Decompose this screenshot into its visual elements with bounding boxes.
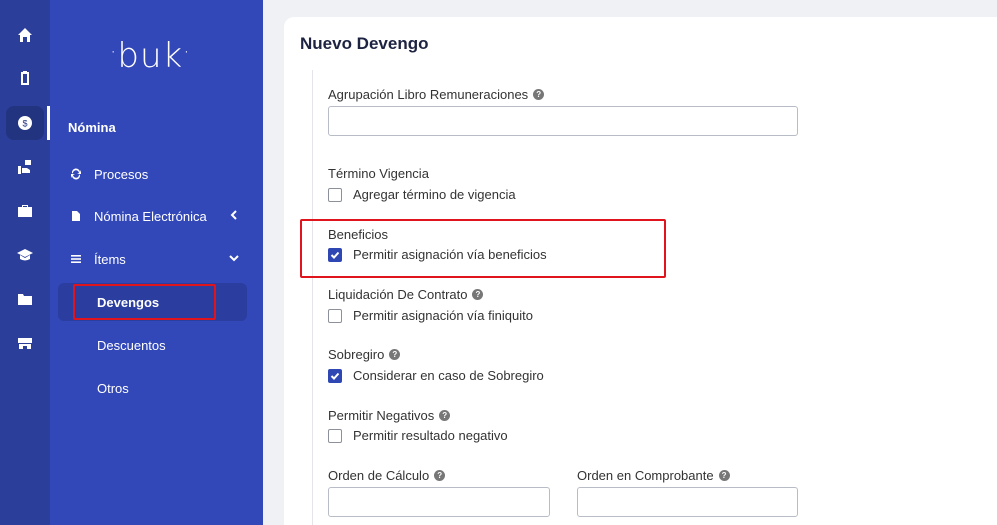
home-icon[interactable] xyxy=(0,18,50,52)
store-icon[interactable] xyxy=(0,326,50,360)
sobregiro-checkbox-row[interactable]: Considerar en caso de Sobregiro xyxy=(328,368,544,383)
help-icon[interactable]: ? xyxy=(389,349,401,360)
chevron-left-icon xyxy=(228,209,240,223)
orden-calculo-label-text: Orden de Cálculo xyxy=(328,468,430,483)
highlight-box-devengos xyxy=(73,284,216,320)
help-icon[interactable]: ? xyxy=(472,289,484,300)
help-icon[interactable]: ? xyxy=(439,410,451,421)
sobregiro-checkbox-label: Considerar en caso de Sobregiro xyxy=(353,368,544,383)
sub-item-descuentos[interactable]: Descuentos xyxy=(97,338,166,353)
nav-item-label: Nómina Electrónica xyxy=(94,208,207,224)
nav-item-label: Procesos xyxy=(94,166,149,182)
buk-logo[interactable]: ·buk· xyxy=(110,36,191,76)
list-icon xyxy=(68,251,84,267)
negativos-checkbox-label: Permitir resultado negativo xyxy=(353,428,508,443)
termino-checkbox-row[interactable]: Agregar término de vigencia xyxy=(328,187,516,202)
negativos-checkbox[interactable] xyxy=(328,428,342,443)
page-title: Nuevo Devengo xyxy=(300,34,429,53)
document-icon xyxy=(68,208,84,224)
svg-text:$: $ xyxy=(22,119,27,129)
orden-comprobante-input[interactable] xyxy=(577,487,798,517)
liquidacion-checkbox-row[interactable]: Permitir asignación vía finiquito xyxy=(328,308,533,323)
hand-coin-icon[interactable] xyxy=(0,150,50,184)
sobregiro-label: Sobregiro ? xyxy=(328,347,401,362)
sobregiro-label-text: Sobregiro xyxy=(328,347,385,362)
liquidacion-label: Liquidación De Contrato ? xyxy=(328,287,484,302)
nav-item-label: Ítems xyxy=(94,251,126,267)
orden-calculo-input[interactable] xyxy=(328,487,550,517)
liquidacion-label-text: Liquidación De Contrato xyxy=(328,287,468,302)
sync-icon xyxy=(68,166,84,182)
sobregiro-checkbox[interactable] xyxy=(328,368,342,383)
help-icon[interactable]: ? xyxy=(718,470,730,481)
nav-item-nomina-electronica[interactable]: Nómina Electrónica xyxy=(68,205,248,227)
orden-comprobante-label: Orden en Comprobante ? xyxy=(577,468,730,483)
sub-item-otros[interactable]: Otros xyxy=(97,381,129,396)
help-icon[interactable]: ? xyxy=(533,89,545,100)
negativos-checkbox-row[interactable]: Permitir resultado negativo xyxy=(328,428,508,443)
negativos-label: Permitir Negativos ? xyxy=(328,408,451,423)
agrupacion-input[interactable] xyxy=(328,106,798,136)
agrupacion-label-text: Agrupación Libro Remuneraciones xyxy=(328,87,529,102)
termino-checkbox[interactable] xyxy=(328,187,342,202)
liquidacion-checkbox-label: Permitir asignación vía finiquito xyxy=(353,308,533,323)
orden-comprobante-label-text: Orden en Comprobante xyxy=(577,468,714,483)
section-divider xyxy=(312,70,313,525)
icon-rail: $ xyxy=(0,0,50,525)
chevron-down-icon xyxy=(228,252,240,266)
orden-calculo-label: Orden de Cálculo ? xyxy=(328,468,446,483)
check-icon xyxy=(330,372,340,380)
termino-label: Término Vigencia xyxy=(328,166,429,181)
dollar-icon[interactable]: $ xyxy=(0,106,50,140)
negativos-label-text: Permitir Negativos xyxy=(328,408,435,423)
nav-section-title: Nómina xyxy=(68,120,116,135)
agrupacion-label: Agrupación Libro Remuneraciones ? xyxy=(328,87,545,102)
help-icon[interactable]: ? xyxy=(434,470,446,481)
highlight-box-beneficios xyxy=(300,219,666,278)
nav-item-procesos[interactable]: Procesos xyxy=(68,163,248,185)
nav-item-items[interactable]: Ítems xyxy=(68,248,248,270)
briefcase-icon[interactable] xyxy=(0,194,50,228)
graduation-cap-icon[interactable] xyxy=(0,238,50,272)
clipboard-icon[interactable] xyxy=(0,61,50,95)
termino-checkbox-label: Agregar término de vigencia xyxy=(353,187,516,202)
liquidacion-checkbox[interactable] xyxy=(328,308,342,323)
folder-icon[interactable] xyxy=(0,282,50,316)
